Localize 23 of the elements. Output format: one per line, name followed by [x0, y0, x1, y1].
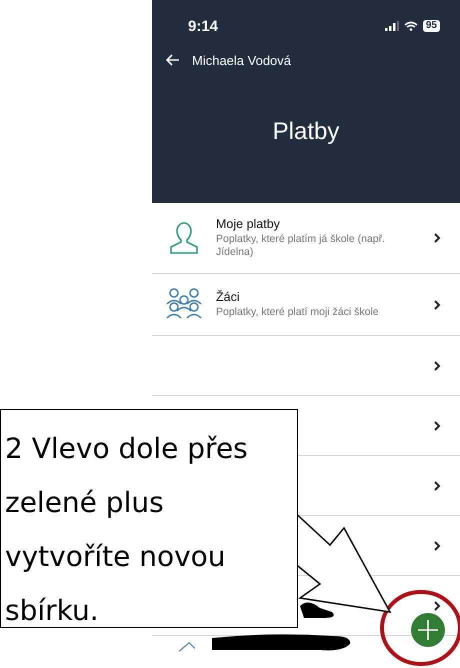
chevron-icon	[432, 232, 442, 244]
menu-item[interactable]: Žáci Poplatky, které platí moji žáci škole	[152, 274, 460, 336]
battery-level: 95	[422, 20, 440, 32]
chevron-icon	[432, 480, 442, 492]
item-subtitle: Poplatky, které platí moji žáci škole	[216, 306, 380, 319]
status-time: 9:14	[188, 18, 218, 34]
chevron-icon	[432, 298, 442, 310]
item-title: Žáci	[216, 290, 241, 304]
chevron-icon	[432, 420, 442, 432]
page-title: Platby	[272, 118, 340, 146]
chevron-icon	[432, 540, 442, 552]
item-subtitle: Poplatky, které platím já škole (např. Jídelna)	[216, 233, 386, 259]
callout-text: 2 Vlevo dole přes zelené plus vytvoříte novou sbírku.	[0, 409, 298, 628]
menu-item[interactable]: Moje platby Poplatky, které platím já škole (např. Jídelna)	[152, 203, 460, 274]
signal-icon	[384, 21, 399, 31]
chevron-icon	[432, 360, 442, 372]
chevron-icon	[432, 600, 442, 612]
add-button[interactable]	[411, 613, 445, 647]
item-title: Moje platby	[216, 217, 281, 231]
back-icon[interactable]	[166, 54, 180, 66]
wifi-icon	[404, 21, 418, 31]
back-label[interactable]: Michaela Vodová	[192, 52, 292, 68]
plus-icon	[417, 619, 439, 641]
